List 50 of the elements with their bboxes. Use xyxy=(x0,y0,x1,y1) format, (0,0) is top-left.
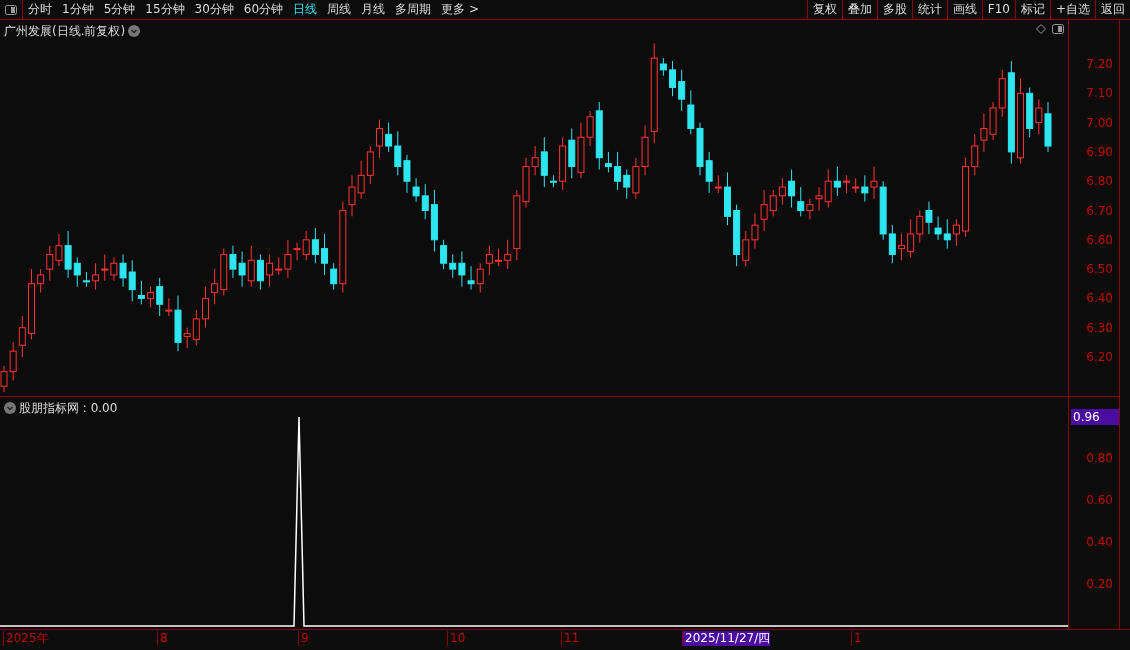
cursor-date-label: 2025/11/27/四 xyxy=(682,631,771,646)
period-tab[interactable]: 日线 xyxy=(288,0,323,19)
time-axis-label: 9 xyxy=(298,631,309,646)
dropdown-icon[interactable] xyxy=(4,402,16,414)
toolbar-button[interactable]: 多股 xyxy=(876,0,912,19)
axis-label: 6.60 xyxy=(1086,232,1113,247)
period-tab[interactable]: 5分钟 xyxy=(98,0,141,19)
period-tab[interactable]: 15分钟 xyxy=(140,0,190,19)
period-tab[interactable]: 60分钟 xyxy=(238,0,289,19)
period-tab[interactable]: 1分钟 xyxy=(57,0,99,19)
time-axis-label: 8 xyxy=(157,631,168,646)
toolbar-button[interactable]: +自选 xyxy=(1049,0,1095,19)
time-axis-label: 10 xyxy=(447,631,466,646)
period-tab[interactable]: 更多 > xyxy=(436,0,484,19)
toolbar-button[interactable]: 复权 xyxy=(806,0,842,19)
chart-title: 广州发展(日线.前复权) xyxy=(4,23,126,40)
period-tab[interactable]: 分时 xyxy=(23,0,57,19)
axis-label: 0.80 xyxy=(1086,451,1113,465)
indicator-title: 股朋指标网 : 0.00 xyxy=(19,400,118,417)
axis-label: 0.40 xyxy=(1086,535,1113,549)
toolbar-button[interactable]: 返回 xyxy=(1095,0,1130,19)
time-axis-label: 11 xyxy=(561,631,580,646)
panel-toggle-icon[interactable] xyxy=(1052,24,1064,34)
diamond-icon[interactable] xyxy=(1036,24,1046,34)
axis-label: 6.50 xyxy=(1086,262,1113,277)
dropdown-icon[interactable] xyxy=(128,25,141,37)
toolbar-button[interactable]: 叠加 xyxy=(841,0,877,19)
axis-label: 6.80 xyxy=(1086,174,1113,189)
toolbar-button[interactable]: 统计 xyxy=(911,0,947,19)
toolbar-button[interactable]: 画线 xyxy=(946,0,982,19)
time-axis-label: 2025年 xyxy=(3,631,49,646)
period-tab[interactable]: 月线 xyxy=(356,0,391,19)
period-tab[interactable]: 周线 xyxy=(322,0,357,19)
period-tab[interactable]: 30分钟 xyxy=(189,0,239,19)
time-axis-label: 1 xyxy=(851,631,862,646)
axis-label: 7.00 xyxy=(1086,115,1113,130)
panel-toggle-icon[interactable] xyxy=(5,4,17,15)
period-tab[interactable]: 多周期 xyxy=(390,0,437,19)
axis-label: 6.20 xyxy=(1086,350,1113,364)
axis-label: 6.40 xyxy=(1086,291,1113,306)
axis-label: 6.30 xyxy=(1086,320,1113,335)
axis-label: 0.20 xyxy=(1086,577,1113,591)
axis-label: 7.10 xyxy=(1086,86,1113,101)
axis-label: 6.70 xyxy=(1086,203,1113,218)
axis-label: 0.60 xyxy=(1086,493,1113,507)
axis-label: 7.20 xyxy=(1086,57,1113,71)
axis-label: 6.90 xyxy=(1086,144,1113,159)
toolbar-button[interactable]: 标记 xyxy=(1014,0,1050,19)
current-value-label: 0.96 xyxy=(1071,409,1119,425)
toolbar-button[interactable]: F10 xyxy=(981,0,1015,19)
